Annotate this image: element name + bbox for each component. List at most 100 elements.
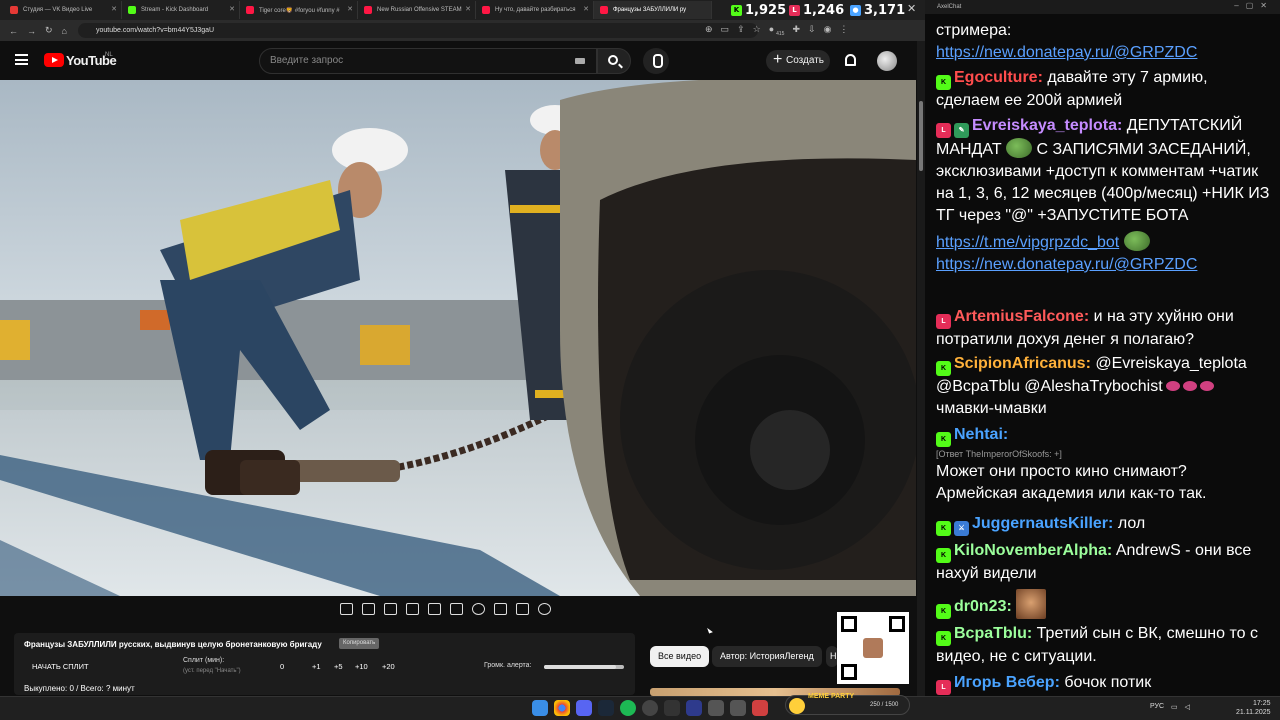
obs-icon[interactable] <box>642 700 658 716</box>
add-icon[interactable] <box>494 603 507 615</box>
chat-nick[interactable]: Egoculture: <box>954 69 1043 86</box>
browser-tab-active[interactable]: Французы ЗАБУЛЛИЛИ ру <box>594 1 712 19</box>
chat-nick[interactable]: Evreiskaya_teplota: <box>972 117 1122 134</box>
browser-tab[interactable]: Stream - Kick Dashboard ✕ <box>122 1 240 19</box>
country-code: NL <box>105 52 113 58</box>
star-icon[interactable]: ☆ <box>753 24 761 37</box>
app-icon[interactable] <box>730 700 746 716</box>
camera-icon[interactable] <box>516 603 529 615</box>
browser-tab[interactable]: Ну что, давайте разбираться ✕ <box>476 1 594 19</box>
close-tab-icon[interactable]: ✕ <box>583 5 589 13</box>
donate-link[interactable]: https://new.donatepay.ru/@GRPZDC <box>936 42 1272 64</box>
meme-party-widget[interactable]: MEME PARTY 250 / 1500 <box>785 693 910 715</box>
screenshot-icon[interactable] <box>384 603 397 615</box>
split-plus10-button[interactable]: +10 <box>355 662 368 671</box>
video-player[interactable] <box>0 80 916 596</box>
hamburger-menu-icon[interactable] <box>15 54 28 65</box>
profile-icon[interactable]: ◉ <box>824 24 832 37</box>
language-indicator[interactable]: РУС <box>1150 703 1164 711</box>
chat-message: K BcpaTblu: Третий сын с ВК, смешно то с … <box>936 623 1272 668</box>
app-icon[interactable] <box>708 700 724 716</box>
chat-window-controls[interactable]: –▢✕ <box>1234 1 1274 10</box>
youtube-logo-icon[interactable] <box>44 53 64 67</box>
create-button[interactable]: Создать <box>766 49 830 72</box>
chat-nick[interactable]: JuggernautsKiller: <box>972 515 1113 532</box>
clip-icon[interactable] <box>406 603 419 615</box>
discord-icon[interactable] <box>576 700 592 716</box>
back-icon[interactable]: ← <box>9 26 18 36</box>
chat-message: K KiloNovemberAlpha: AndrewS - они все на… <box>936 540 1272 585</box>
puzzle-icon[interactable]: ✚ <box>792 24 800 37</box>
message-text: стримера: <box>936 22 1012 39</box>
system-tray: РУС ▭ ◁ <box>1150 703 1190 711</box>
loop-icon[interactable] <box>340 603 353 615</box>
home-icon[interactable]: ⌂ <box>62 26 67 36</box>
chat-nick[interactable]: Nehtai: <box>954 426 1008 443</box>
taskbar-clock[interactable]: 17:25 21.11.2025 <box>1236 699 1271 717</box>
chip-author[interactable]: Автор: ИсторияЛегенд <box>712 646 822 667</box>
zoom-icon[interactable]: ⊕ <box>705 24 713 37</box>
chat-nick[interactable]: Игорь Вебер: <box>954 674 1060 691</box>
close-window-icon[interactable]: ✕ <box>907 2 916 15</box>
alert-volume-slider[interactable] <box>544 665 624 669</box>
split-plus5-button[interactable]: +5 <box>334 662 343 671</box>
chat-nick[interactable]: dr0n23: <box>954 598 1012 615</box>
chip-all-videos[interactable]: Все видео <box>650 646 710 667</box>
close-tab-icon[interactable]: ✕ <box>347 5 353 13</box>
close-tab-icon[interactable]: ✕ <box>465 5 471 13</box>
windows-taskbar: РУС ▭ ◁ 17:25 21.11.2025 <box>0 696 1280 720</box>
search-button[interactable] <box>597 48 631 74</box>
network-icon[interactable]: ▭ <box>1171 703 1178 711</box>
chrome-icon[interactable] <box>554 700 570 716</box>
frame-icon[interactable] <box>428 603 441 615</box>
speed-icon[interactable] <box>472 603 485 615</box>
qr-code <box>837 612 909 684</box>
gear-icon[interactable] <box>538 603 551 615</box>
app-icon[interactable] <box>752 700 768 716</box>
search-input[interactable]: Введите запрос <box>259 48 597 74</box>
download-icon[interactable]: ⇩ <box>808 24 816 37</box>
scrollbar-thumb[interactable] <box>919 101 923 171</box>
menu-dots-icon[interactable]: ⋮ <box>839 24 848 37</box>
spotify-icon[interactable] <box>620 700 636 716</box>
windows-start-icon[interactable] <box>532 700 548 716</box>
close-tab-icon[interactable]: ✕ <box>229 5 235 13</box>
kick-viewer-count: K 1,925 <box>731 0 786 20</box>
browser-tab[interactable]: Tiger core🦁 #foryou #funny # ✕ <box>240 1 358 19</box>
extension-icon[interactable]: ● <box>769 24 774 37</box>
url-field[interactable]: youtube.com/watch?v=bm44Y5J3gaU <box>78 23 758 38</box>
cast-icon[interactable]: ▭ <box>721 24 730 37</box>
grid-icon[interactable] <box>450 603 463 615</box>
browser-tab[interactable]: Студия — VK Видео Live ✕ <box>4 1 122 19</box>
close-tab-icon[interactable]: ✕ <box>111 5 117 13</box>
broadcast-icon[interactable] <box>362 603 375 615</box>
app-icon[interactable] <box>664 700 680 716</box>
notifications-bell-icon[interactable] <box>845 54 856 66</box>
chat-nick[interactable]: KiloNovemberAlpha: <box>954 542 1112 559</box>
donate-link[interactable]: https://new.donatepay.ru/@GRPZDC <box>936 254 1272 276</box>
forward-icon[interactable]: → <box>27 26 36 36</box>
split-plus20-button[interactable]: +20 <box>382 662 395 671</box>
bot-link[interactable]: https://t.me/vipgrpzdc_bot <box>936 234 1119 251</box>
keyboard-icon[interactable] <box>575 58 585 64</box>
chat-nick[interactable]: ArtemiusFalcone: <box>954 308 1089 325</box>
steam-icon[interactable] <box>598 700 614 716</box>
live-badge-icon: L <box>936 680 951 695</box>
qr-marker <box>841 616 857 632</box>
volume-icon[interactable]: ◁ <box>1185 703 1190 711</box>
tab-label: Tiger core🦁 #foryou #funny # <box>259 7 340 14</box>
copy-button[interactable]: Копировать <box>339 638 380 649</box>
voice-search-icon[interactable] <box>643 48 669 74</box>
split-note: (уст. перед "Начать") <box>183 668 241 674</box>
media-icon[interactable] <box>686 700 702 716</box>
start-split-button[interactable]: НАЧАТЬ СПЛИТ <box>32 662 89 671</box>
split-plus1-button[interactable]: +1 <box>312 662 321 671</box>
browser-tab[interactable]: New Russian Offensive STEAM ✕ <box>358 1 476 19</box>
chat-nick[interactable]: BcpaTblu: <box>954 625 1032 642</box>
chat-nick[interactable]: ScipionAfricanus: <box>954 355 1091 372</box>
avatar[interactable] <box>877 51 897 71</box>
share-icon[interactable]: ⇪ <box>737 24 745 37</box>
split-value-button[interactable]: 0 <box>280 662 284 671</box>
page-scrollbar[interactable] <box>917 41 925 696</box>
reload-icon[interactable]: ↻ <box>45 25 53 36</box>
